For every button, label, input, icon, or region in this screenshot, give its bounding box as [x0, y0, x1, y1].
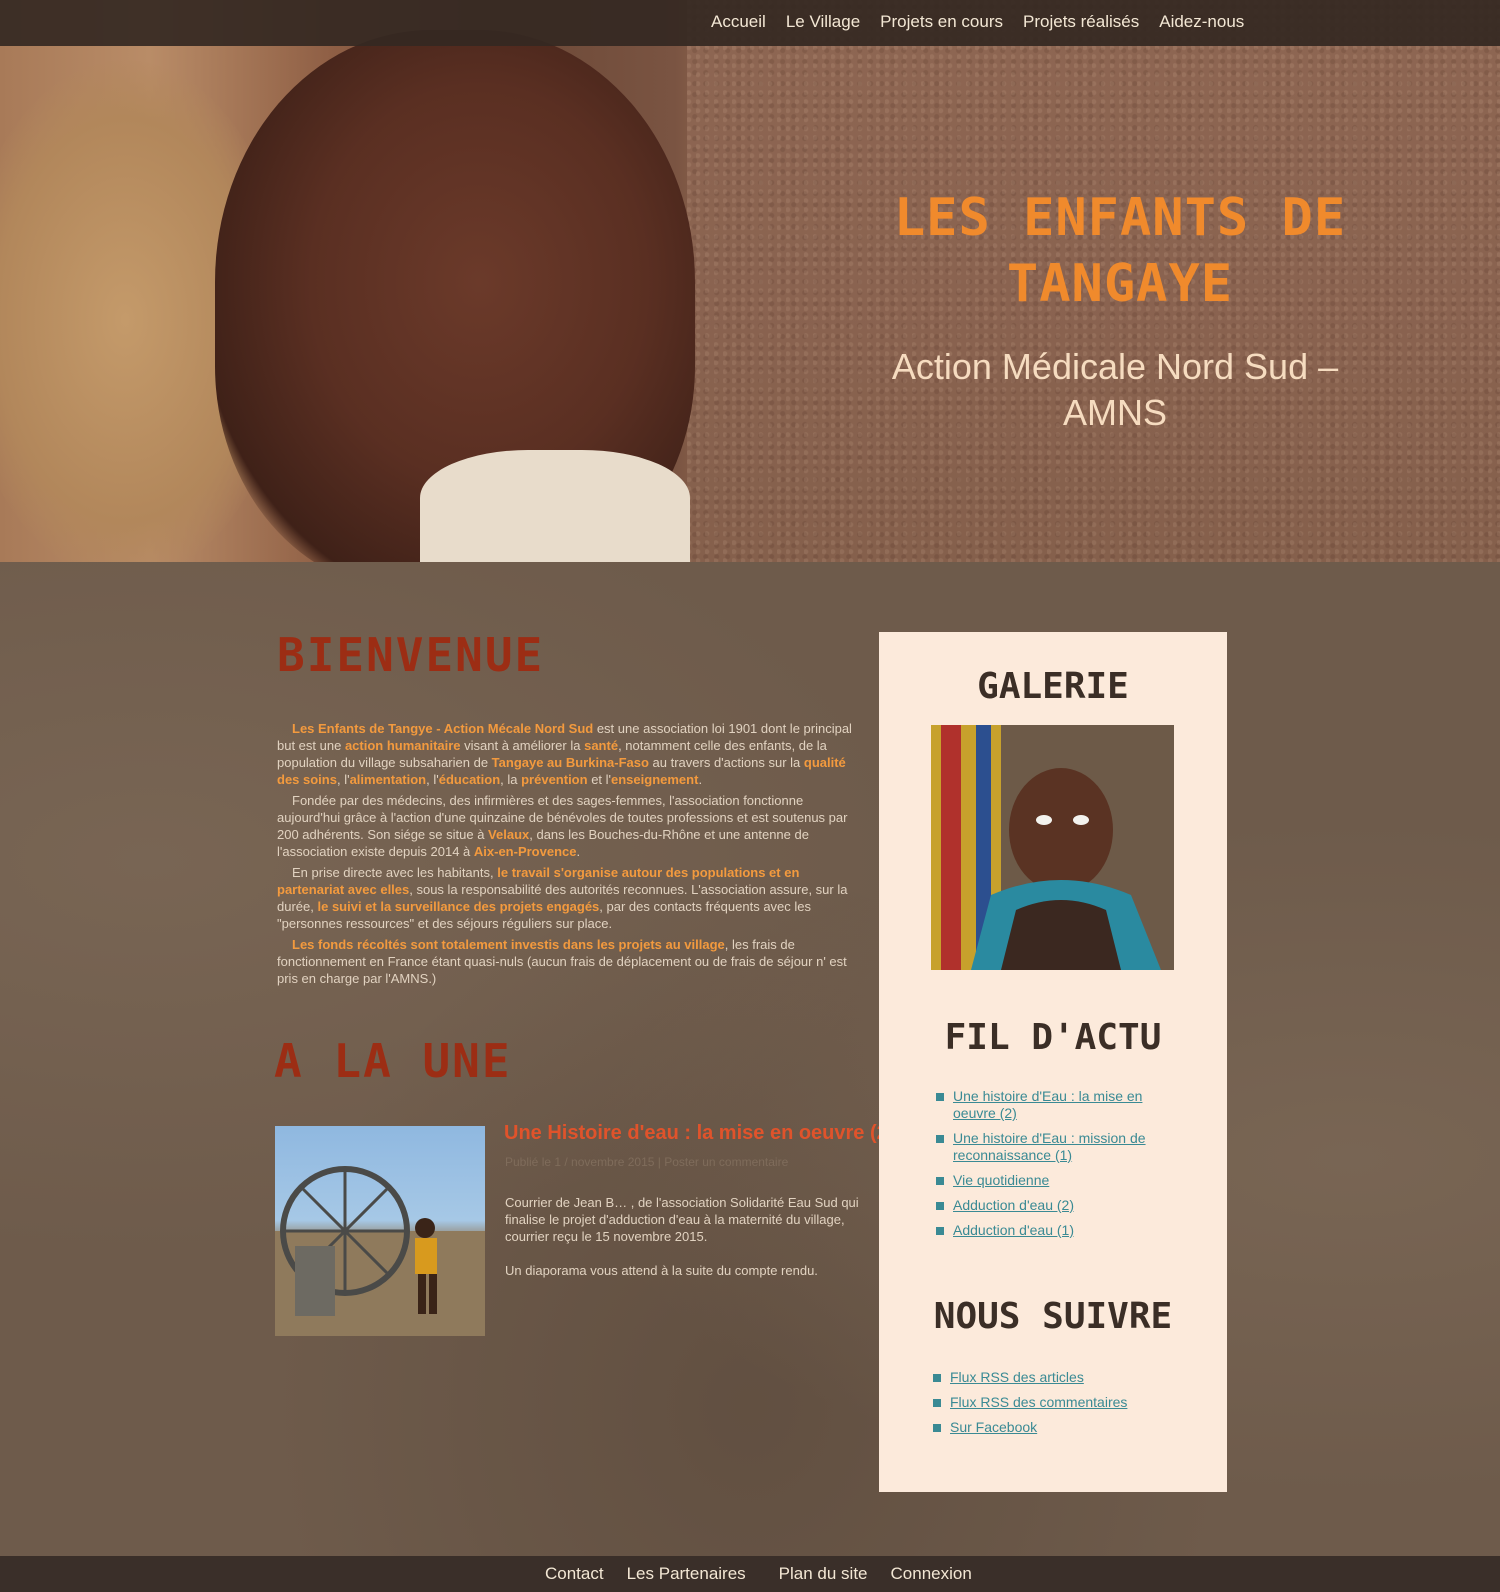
news-link[interactable]: Adduction d'eau (1) [953, 1222, 1074, 1238]
news-list: Une histoire d'Eau : la mise en oeuvre (… [936, 1088, 1176, 1247]
highlight-text: Tangaye au Burkina-Faso [491, 755, 649, 770]
body-text: visant à améliorer la [460, 738, 585, 753]
welcome-paragraph: Les fonds récoltés sont totalement inves… [277, 936, 865, 987]
footer-item-plan-du-site[interactable]: Plan du site [779, 1564, 868, 1584]
highlight-text: éducation [438, 772, 501, 787]
list-item: Vie quotidienne [936, 1172, 1176, 1189]
featured-post-body: Courrier de Jean B… , de l'association S… [505, 1194, 865, 1296]
body-text: . [576, 844, 581, 859]
body-text: et l' [587, 772, 612, 787]
featured-post-paragraph: Un diaporama vous attend à la suite du c… [505, 1263, 818, 1278]
facebook-link[interactable]: Sur Facebook [950, 1419, 1037, 1435]
follow-list: Flux RSS des articles Flux RSS des comme… [933, 1369, 1193, 1444]
list-item: Flux RSS des articles [933, 1369, 1193, 1386]
welcome-paragraph: Les Enfants de Tangye - Action Mécale No… [277, 720, 865, 788]
news-title: FIL D'ACTU [944, 1017, 1162, 1058]
featured-post-image[interactable] [275, 1126, 485, 1336]
featured-post-title[interactable]: Une Histoire d'eau : la mise en oeuvre (… [504, 1122, 894, 1145]
body-text: au travers d'actions sur la [648, 755, 804, 770]
welcome-paragraph: Fondée par des médecins, des infirmières… [277, 792, 865, 860]
body-text: , la [500, 772, 522, 787]
hero-shirt-shape [420, 450, 690, 562]
child-portrait-icon [931, 725, 1174, 970]
footer: Contact Les Partenaires Plan du site Con… [0, 1556, 1500, 1592]
gallery-image[interactable] [931, 725, 1174, 970]
welcome-title: BIENVENUE [277, 628, 545, 682]
highlight-text: Velaux [488, 827, 530, 842]
body-text: , l' [426, 772, 439, 787]
welcome-text: Les Enfants de Tangye - Action Mécale No… [277, 720, 865, 991]
sidebar: GALERIE FIL D'ACTU Une histoire d'Eau : … [879, 632, 1227, 1492]
list-item: Une histoire d'Eau : la mise en oeuvre (… [936, 1088, 1176, 1122]
rss-articles-link[interactable]: Flux RSS des articles [950, 1369, 1084, 1385]
highlight-text: Les Enfants de Tangye - Action Mécale No… [292, 721, 594, 736]
footer-item-connexion[interactable]: Connexion [891, 1564, 972, 1584]
news-link[interactable]: Adduction d'eau (2) [953, 1197, 1074, 1213]
highlight-text: alimentation [349, 772, 427, 787]
main-background [0, 562, 1500, 1556]
rss-comments-link[interactable]: Flux RSS des commentaires [950, 1394, 1127, 1410]
news-link[interactable]: Une histoire d'Eau : la mise en oeuvre (… [953, 1088, 1142, 1121]
body-text: En prise directe avec les habitants, [292, 865, 498, 880]
footer-item-contact[interactable]: Contact [545, 1564, 604, 1584]
site-tagline: Action Médicale Nord Sud – AMNS [891, 345, 1339, 433]
water-pump-wheel-icon [275, 1166, 485, 1336]
hero-banner: LES ENFANTS DE TANGAYE Action Médicale N… [0, 0, 1500, 562]
footer-nav: Contact Les Partenaires Plan du site Con… [545, 1564, 995, 1584]
list-item: Adduction d'eau (1) [936, 1222, 1176, 1239]
highlight-text: enseignement [611, 772, 699, 787]
list-item: Adduction d'eau (2) [936, 1197, 1176, 1214]
highlight-text: santé [584, 738, 619, 753]
welcome-paragraph: En prise directe avec les habitants, le … [277, 864, 865, 932]
nav-item-aidez-nous[interactable]: Aidez-nous [1159, 12, 1244, 32]
footer-item-partenaires[interactable]: Les Partenaires [627, 1564, 746, 1584]
highlight-text: le suivi et la surveillance des projets … [317, 899, 600, 914]
list-item: Flux RSS des commentaires [933, 1394, 1193, 1411]
news-link[interactable]: Vie quotidienne [953, 1172, 1049, 1188]
highlight-text: Les fonds récoltés sont totalement inves… [292, 937, 725, 952]
list-item: Une histoire d'Eau : mission de reconnai… [936, 1130, 1176, 1164]
featured-post-meta: Publié le 1 / novembre 2015 | Poster un … [505, 1155, 789, 1169]
site-title[interactable]: LES ENFANTS DE TANGAYE [870, 185, 1370, 317]
highlight-text: Aix-en-Provence [473, 844, 577, 859]
nav-list: Accueil Le Village Projets en cours Proj… [711, 12, 1264, 32]
body-text: . [698, 772, 703, 787]
featured-section-title: A LA UNE [274, 1034, 512, 1088]
nav-item-accueil[interactable]: Accueil [711, 12, 766, 32]
gallery-title: GALERIE [977, 666, 1129, 707]
featured-post-paragraph: Courrier de Jean B… , de l'association S… [505, 1195, 859, 1244]
news-link[interactable]: Une histoire d'Eau : mission de reconnai… [953, 1130, 1146, 1163]
highlight-text: prévention [521, 772, 588, 787]
highlight-text: action humanitaire [344, 738, 461, 753]
list-item: Sur Facebook [933, 1419, 1193, 1436]
top-navigation: Accueil Le Village Projets en cours Proj… [0, 0, 1500, 46]
nav-item-projets-realises[interactable]: Projets réalisés [1023, 12, 1139, 32]
nav-item-projets-en-cours[interactable]: Projets en cours [880, 12, 1003, 32]
follow-title: NOUS SUIVRE [933, 1296, 1173, 1337]
body-text: , l' [336, 772, 350, 787]
nav-item-le-village[interactable]: Le Village [786, 12, 860, 32]
